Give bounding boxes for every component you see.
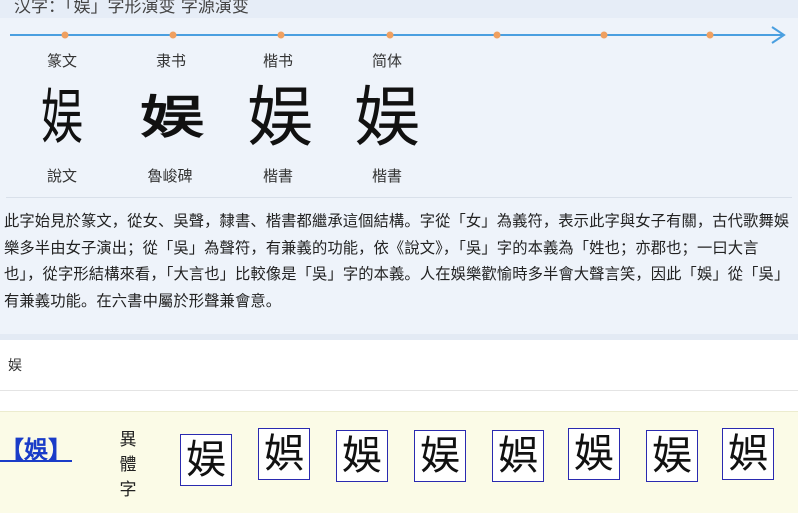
search-character[interactable]: 娱 xyxy=(8,355,22,375)
etymology-paragraph: 此字始見於篆文，從女、吳聲，隸書、楷書都繼承這個結構。字從「女」為義符，表示此字… xyxy=(4,212,790,310)
timeline-marker xyxy=(600,31,608,39)
era-label-seal: 篆文 xyxy=(46,52,77,70)
glyph-seal-script: 娱 xyxy=(41,83,83,153)
variant-glyph-box[interactable]: 娯 xyxy=(722,428,774,480)
variant-glyph-box[interactable]: 娱 xyxy=(414,430,466,482)
variant-characters-panel: 【娛】 異 體 字 娱 娯 娛 娱 娯 娛 娱 娯 xyxy=(0,411,798,513)
era-label-simplified: 简体 xyxy=(371,52,402,70)
title-strip: 汉字：「娱」字形演变 字源演变 xyxy=(0,0,798,18)
variant-type-label: 異 體 字 xyxy=(116,428,140,503)
source-label-simplified: 楷書 xyxy=(371,167,402,185)
variant-glyph-box[interactable]: 娯 xyxy=(258,428,310,480)
timeline-marker xyxy=(61,31,69,39)
variant-glyph-box[interactable]: 娛 xyxy=(568,428,620,480)
variant-glyph-box[interactable]: 娱 xyxy=(180,434,232,486)
era-label-regular: 楷书 xyxy=(262,52,293,70)
variant-type-char: 異 xyxy=(119,430,137,450)
source-label-seal: 說文 xyxy=(46,167,77,185)
source-label-clerical: 魯峻碑 xyxy=(147,167,193,185)
timeline-marker xyxy=(706,31,714,39)
timeline-marker xyxy=(169,31,177,39)
search-result-row: 娱 xyxy=(0,341,798,391)
variant-character-link[interactable]: 【娛】 xyxy=(0,430,72,465)
timeline-graphic xyxy=(10,26,786,44)
glyph-clerical-script: 娱 xyxy=(140,91,204,145)
glyph-simplified: 娱 xyxy=(354,79,420,156)
timeline-marker xyxy=(493,31,501,39)
variant-type-char: 體 xyxy=(119,455,137,475)
timeline xyxy=(10,26,788,44)
section-divider xyxy=(6,197,792,198)
glyph-evolution-panel: 汉字：「娱」字形演变 字源演变 篆文 隶书 楷书 简体 娱 娱 娱 娱 說文 魯… xyxy=(0,0,798,340)
variant-glyph-box[interactable]: 娛 xyxy=(336,430,388,482)
panel-bottom-bar xyxy=(0,334,798,340)
page-title: 汉字：「娱」字形演变 字源演变 xyxy=(14,0,249,17)
variant-type-char: 字 xyxy=(119,480,137,500)
era-label-clerical: 隶书 xyxy=(155,52,186,70)
variant-glyph-box[interactable]: 娯 xyxy=(492,430,544,482)
timeline-marker xyxy=(277,31,285,39)
source-label-regular: 楷書 xyxy=(262,167,293,185)
timeline-marker xyxy=(386,31,394,39)
glyph-regular-script: 娱 xyxy=(247,79,313,156)
variant-glyph-box[interactable]: 娱 xyxy=(646,430,698,482)
